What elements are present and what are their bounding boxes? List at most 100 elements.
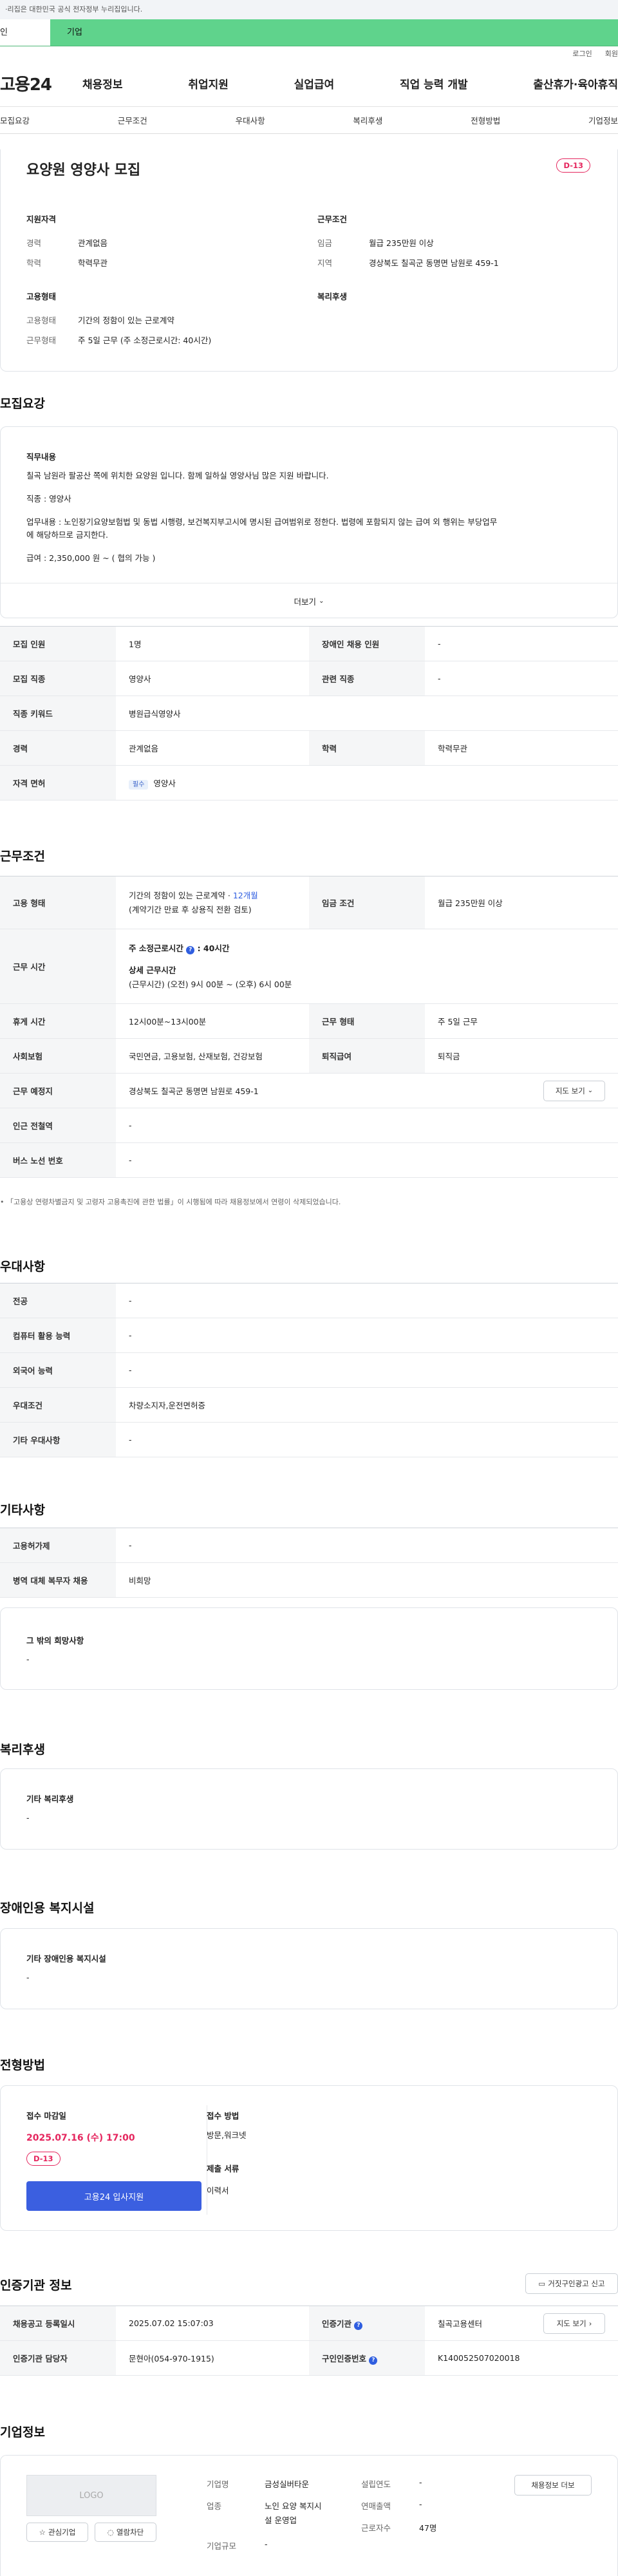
table-header-cell: 버스 노선 번호 [0, 1142, 116, 1178]
apply-section-title: 전형방법 [0, 2058, 45, 2072]
cert-map-button[interactable]: 지도 보기 › [543, 2313, 605, 2334]
favorite-label: 관심기업 [48, 2528, 76, 2537]
table-header-cell: 전공 [0, 1283, 116, 1318]
cert-org-label: 인증기관 [322, 2318, 352, 2329]
emp-value: 주 5일 근무 (주 소정근로시간: 40시간) [78, 336, 212, 345]
benefit-box-value: - [26, 1813, 30, 1823]
cond-value: 월급 235만원 이상 [369, 238, 434, 248]
tab-selection[interactable]: 전형방법 [471, 114, 500, 126]
help-icon[interactable]: ? [369, 2356, 378, 2365]
more-jobs-button[interactable]: 채용정보 더보 [514, 2475, 592, 2496]
job-desc-text: 칠곡 남원라 팔공산 쪽에 위치한 요양원 입니다. 함께 일하실 영양사님 많… [26, 469, 497, 565]
detail-hours-value: (근무시간) (오전) 9시 00분 ~ (오후) 6시 00분 [129, 979, 292, 989]
table-header-cell: 퇴직급여 [309, 1038, 425, 1074]
table-cell: 칠곡고용센터 지도 보기 › [425, 2306, 618, 2341]
table-row: 인근 전철역 - [0, 1108, 618, 1143]
tab-work-conditions[interactable]: 근무조건 [118, 114, 147, 126]
signup-link[interactable]: 회원 [605, 48, 618, 59]
favorite-company-button[interactable]: ☆ 관심기업 [26, 2523, 88, 2542]
table-cell: - [425, 661, 618, 696]
recruit-section-title: 모집요강 [0, 397, 45, 411]
emp-value: 기간의 정함이 있는 근로계약 [78, 316, 174, 325]
table-header-cell: 인근 전철역 [0, 1108, 116, 1143]
table-header-cell: 채용공고 등록일시 [0, 2306, 116, 2341]
etc-box: 그 밖의 희망사항 - [0, 1607, 618, 1690]
table-row: 휴게 시간 12시00분~13시00분 근무 형태 주 5일 근무 [0, 1003, 618, 1039]
table-cell: - [116, 1318, 618, 1353]
tab-preferences[interactable]: 우대사항 [236, 114, 265, 126]
tab-recruit[interactable]: 모집요강 [0, 114, 30, 126]
qual-label: 학력 [26, 258, 42, 268]
table-header-cell: 고용 형태 [0, 876, 116, 929]
table-cell: - [116, 1108, 618, 1143]
tab-company[interactable]: 기업정보 [588, 114, 618, 126]
table-row: 인증기관 담당자 문현아(054-970-1915) 구인인증번호 ? K140… [0, 2340, 618, 2376]
gnb-employment-support[interactable]: 취업지원 [188, 75, 229, 91]
gnb-unemployment-benefit[interactable]: 실업급여 [294, 75, 335, 91]
company-card: LOGO ☆ 관심기업 ◌ 열람차단 기업명 금성실버타운 업종 노인 요양 복지시… [0, 2455, 618, 2576]
biz-line: 설 운영업 [265, 2515, 297, 2525]
table-header-cell: 사회보험 [0, 1038, 116, 1074]
login-link[interactable]: 로그인 [572, 48, 592, 59]
gov-notice-bar: ·리집은 대한민국 공식 전자정부 누리집입니다. [0, 0, 618, 19]
cond-title: 근무조건 [317, 214, 348, 224]
table-cell: 문현아(054-970-1915) [116, 2340, 309, 2376]
gnb-jobs[interactable]: 채용정보 [82, 75, 123, 91]
table-row: 모집 인원 1명 장애인 채용 인원 - [0, 626, 618, 661]
weekly-hours-value: : 40시간 [197, 943, 230, 953]
detail-hours-label: 상세 근무시간 [129, 965, 176, 975]
table-cell: 학력무관 [425, 730, 618, 766]
table-row: 전공 - [0, 1283, 618, 1318]
table-cell: - [116, 1283, 618, 1318]
table-cell: - [116, 1142, 618, 1178]
age-notice-text: 「고용상 연령차별금지 및 고령자 고용촉진에 관한 법률」이 시행됨에 따라 … [6, 1198, 341, 1206]
table-cell: 퇴직금 [425, 1038, 618, 1074]
work-section-title: 근무조건 [0, 849, 45, 864]
license-value: 영양사 [153, 779, 176, 788]
company-size-value: - [265, 2539, 268, 2549]
more-label: 더보기 [294, 597, 317, 607]
table-row: 자격 면허 필수 영양사 [0, 765, 618, 800]
table-cell: 1명 [116, 626, 309, 661]
cond-block: 근무조건 임금 월급 235만원 이상 지역 경상북도 칠곡군 동명면 남원로 45… [317, 213, 499, 269]
qual-value: 학력무관 [78, 258, 108, 268]
tab-company[interactable]: 기업 [50, 19, 618, 46]
job-description-card: 직무내용 칠곡 남원라 팔공산 쪽에 위치한 요양원 입니다. 함께 일하실 영… [0, 426, 618, 618]
table-row: 외국어 능력 - [0, 1352, 618, 1388]
more-button[interactable]: 더보기 ⌄ [1, 583, 617, 619]
block-label: 열람차단 [116, 2528, 144, 2537]
apply-button[interactable]: 고용24 입사지원 [26, 2181, 201, 2211]
report-icon: ▭ [538, 2279, 546, 2288]
help-icon[interactable]: ? [354, 2321, 363, 2330]
block-company-button[interactable]: ◌ 열람차단 [95, 2523, 156, 2542]
report-button[interactable]: ▭ 거짓구인광고 신고 [525, 2273, 618, 2294]
tab-individual[interactable]: 인 [0, 19, 50, 46]
summary-card: 요양원 영양사 모집 D-13 지원자격 경력 관계없음 학력 학력무관 근무조건 … [0, 149, 618, 372]
gnb-maternity-leave[interactable]: 출산휴가·육아휴직 [533, 75, 618, 91]
table-row: 버스 노선 번호 - [0, 1142, 618, 1178]
tab-benefits[interactable]: 복리후생 [353, 114, 382, 126]
cond-label: 임금 [317, 238, 333, 248]
site-logo[interactable]: 고용24 [0, 71, 77, 95]
job-desc-title: 직무내용 [26, 452, 57, 462]
cert-section-title: 인증기관 정보 [0, 2278, 72, 2293]
map-button[interactable]: 지도 보기 ⌄ [543, 1080, 605, 1101]
company-size-label: 기업규모 [207, 2541, 237, 2551]
table-cell: 영양사 [116, 661, 309, 696]
etc-box-value: - [26, 1654, 30, 1664]
table-row: 근무 예정지 경상북도 칠곡군 동명면 남원로 459-1 지도 보기 ⌄ [0, 1073, 618, 1108]
table-cell: - [116, 1528, 618, 1563]
table-row: 모집 직종 영양사 관련 직종 - [0, 661, 618, 696]
table-header-cell: 경력 [0, 730, 116, 766]
table-header-cell: 인증기관 ? [309, 2306, 425, 2341]
help-icon[interactable]: ? [186, 945, 195, 954]
table-header-cell: 임금 조건 [309, 876, 425, 929]
table-header-cell: 학력 [309, 730, 425, 766]
table-row: 고용 형태 기간의 정함이 있는 근로계약 · 12개월 (계약기간 만료 후 … [0, 876, 618, 929]
cert-table: 채용공고 등록일시 2025.07.02 15:07:03 인증기관 ? 칠곡고… [0, 2306, 618, 2376]
qual-title: 지원자격 [26, 214, 57, 224]
job-desc-line: 에 해당하므로 금지한다. [26, 530, 108, 540]
disabled-box-title: 기타 장애인용 복지시설 [26, 1954, 106, 1964]
gnb-vocational-training[interactable]: 직업 능력 개발 [400, 75, 468, 91]
biz-line: 노인 요양 복지시 [265, 2501, 322, 2511]
